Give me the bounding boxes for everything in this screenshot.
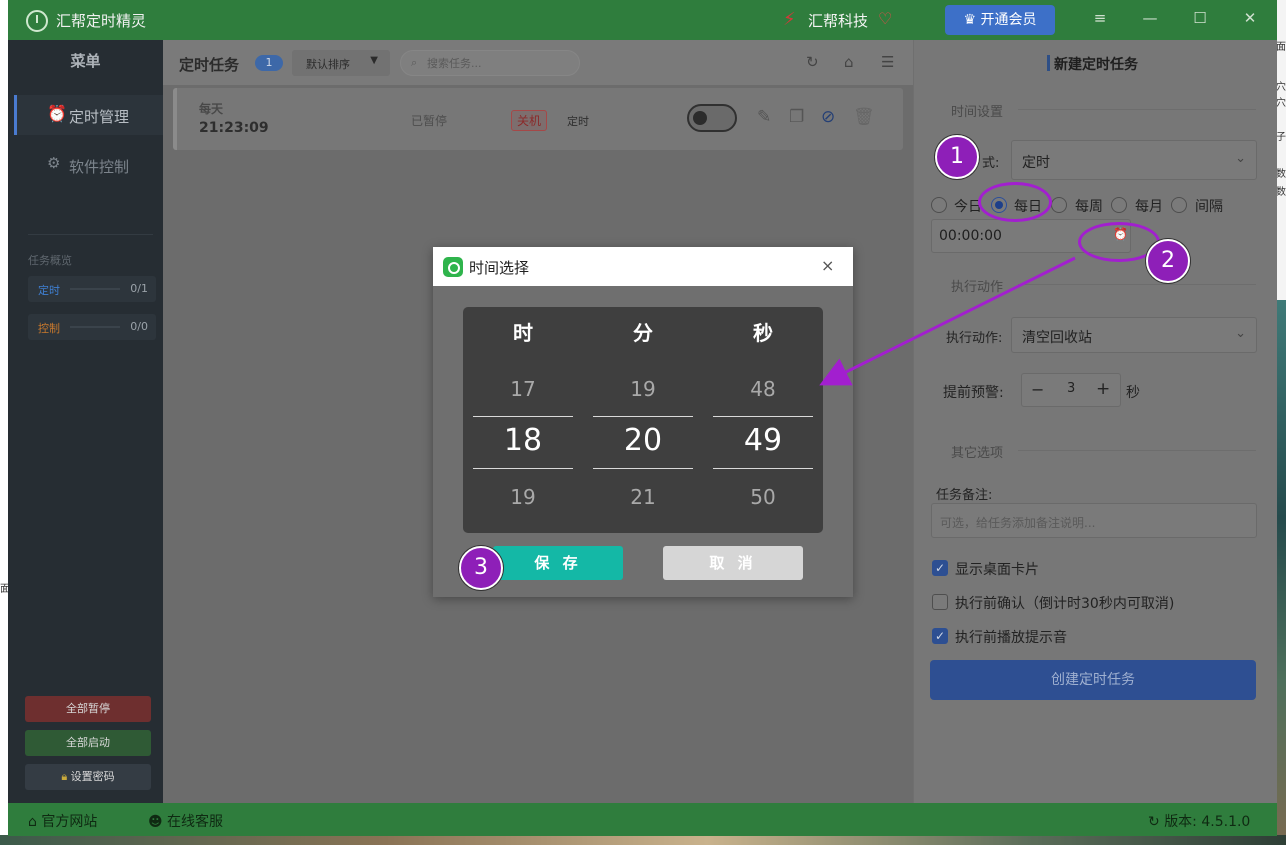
annotation-badge-2: 2 xyxy=(1146,239,1190,283)
annotation-badge-1: 1 xyxy=(935,135,979,179)
annotation-arrow xyxy=(819,256,1076,386)
annotation-badge-3: 3 xyxy=(459,546,503,590)
